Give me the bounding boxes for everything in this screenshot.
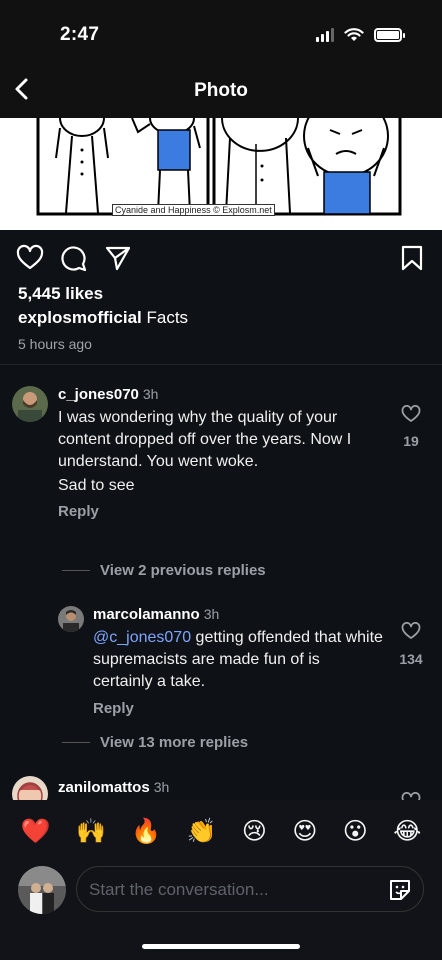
nav-bar: Photo (0, 60, 442, 118)
sticker-icon[interactable] (387, 877, 413, 903)
status-bar: 2:47 (0, 0, 442, 60)
divider (0, 364, 442, 365)
view-previous-replies[interactable]: View 2 previous replies (62, 562, 266, 579)
avatar-image (58, 606, 84, 632)
mention-link[interactable]: @c_jones070 (93, 629, 191, 646)
post-time: 5 hours ago (18, 336, 92, 352)
comment-time: 3h (142, 386, 159, 402)
emoji-fire[interactable]: 🔥 (131, 817, 161, 846)
emoji-crying[interactable]: 😢 (242, 817, 267, 846)
view-more-replies-label: View 13 more replies (100, 734, 249, 751)
comment: c_jones070 3h I was wondering why the qua… (58, 386, 358, 520)
battery-icon (374, 28, 405, 42)
comment-like-count: 134 (399, 651, 423, 667)
comment-input-placeholder: Start the conversation... (89, 880, 269, 899)
comment-composer: Start the conversation... (0, 862, 442, 918)
post-caption: explosmofficial Facts (18, 308, 188, 328)
emoji-heart-eyes[interactable]: 😍 (292, 817, 317, 846)
caption-text: Facts (146, 308, 189, 327)
comment-username[interactable]: c_jones070 (58, 386, 139, 403)
view-previous-replies-label: View 2 previous replies (100, 562, 266, 579)
comment-time: 3h (203, 606, 220, 622)
status-time: 2:47 (60, 24, 100, 45)
avatar[interactable] (58, 606, 84, 632)
status-icons (316, 28, 405, 42)
photo-credit: Cyanide and Happiness © Explosm.net (112, 204, 275, 216)
comment-like-count: 19 (403, 433, 419, 449)
bookmark-icon[interactable] (398, 244, 426, 272)
home-area (0, 918, 442, 960)
comment-username[interactable]: zanilomattos (58, 779, 150, 796)
post-details: 5,445 likes explosmofficial Facts 5 hour… (0, 230, 442, 812)
action-row (16, 244, 426, 272)
comment-heart-icon[interactable] (401, 622, 421, 640)
avatar[interactable] (12, 386, 48, 422)
avatar-image (18, 866, 66, 914)
reply-comment: marcolamanno 3h @c_jones070 getting offen… (93, 606, 383, 717)
view-more-replies[interactable]: View 13 more replies (62, 734, 248, 751)
post-username[interactable]: explosmofficial (18, 308, 142, 327)
share-icon[interactable] (104, 244, 132, 272)
heart-icon[interactable] (16, 244, 44, 272)
post-photo[interactable]: Cyanide and Happiness © Explosm.net (0, 118, 442, 230)
comment-time: 3h (153, 779, 170, 795)
home-indicator[interactable] (142, 944, 300, 949)
cellular-signal-icon (316, 28, 334, 42)
page-title: Photo (194, 80, 248, 101)
comment-heart-icon[interactable] (401, 405, 421, 423)
wifi-icon (344, 28, 364, 41)
emoji-clap[interactable]: 👏 (187, 817, 217, 846)
comment-text-2: Sad to see (58, 477, 135, 494)
emoji-heart[interactable]: ❤️ (21, 817, 51, 846)
comment-username[interactable]: marcolamanno (93, 606, 200, 623)
emoji-quick-bar: ❤️ 🙌 🔥 👏 😢 😍 😮 😂 (0, 800, 442, 862)
reply-button[interactable]: Reply (58, 503, 358, 520)
comment-input[interactable]: Start the conversation... (76, 866, 424, 912)
comment-text: I was wondering why the quality of your … (58, 409, 352, 470)
emoji-surprised[interactable]: 😮 (343, 817, 368, 846)
emoji-raised-hands[interactable]: 🙌 (76, 817, 106, 846)
comment: zanilomattos 3h (58, 779, 169, 797)
comment-icon[interactable] (60, 244, 88, 272)
likes-count[interactable]: 5,445 likes (18, 284, 103, 304)
comment-text: @c_jones070 getting offended that white … (93, 627, 383, 693)
avatar-image (12, 386, 48, 422)
current-user-avatar (18, 866, 66, 914)
reply-button[interactable]: Reply (93, 700, 383, 717)
emoji-laughing[interactable]: 😂 (393, 817, 421, 846)
